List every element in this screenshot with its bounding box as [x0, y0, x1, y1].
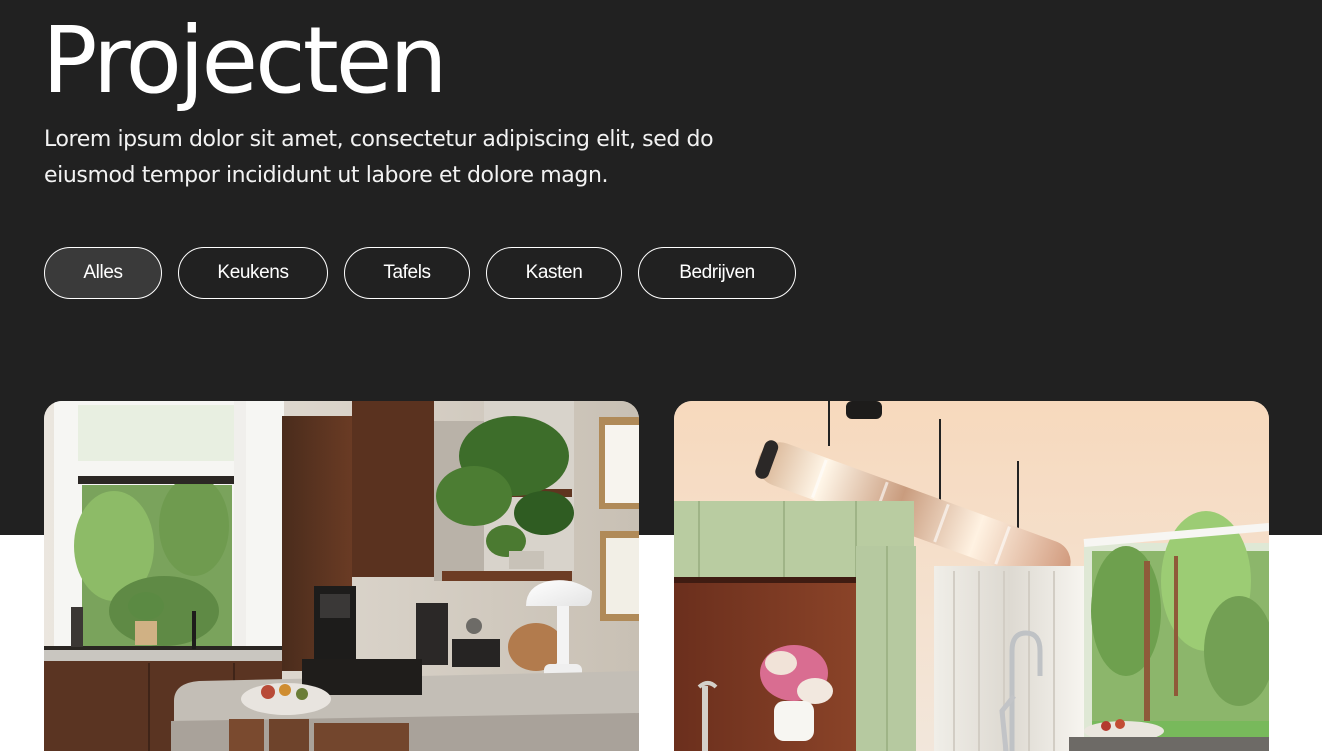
page-title: Projecten — [42, 7, 448, 114]
kitchen-light-image — [674, 401, 1269, 751]
filter-bedrijven-button[interactable]: Bedrijven — [638, 247, 796, 299]
projects-page: Projecten Lorem ipsum dolor sit amet, co… — [0, 0, 1322, 751]
filter-keukens-button[interactable]: Keukens — [178, 247, 328, 299]
project-filter-bar: Alles Keukens Tafels Kasten Bedrijven — [44, 247, 796, 299]
filter-tafels-button[interactable]: Tafels — [344, 247, 470, 299]
project-card-kitchen-wood[interactable] — [44, 401, 639, 751]
filter-alles-button[interactable]: Alles — [44, 247, 162, 299]
intro-text: Lorem ipsum dolor sit amet, consectetur … — [44, 127, 714, 188]
kitchen-wood-image — [44, 401, 639, 751]
project-card-kitchen-light[interactable] — [674, 401, 1269, 751]
filter-kasten-button[interactable]: Kasten — [486, 247, 622, 299]
